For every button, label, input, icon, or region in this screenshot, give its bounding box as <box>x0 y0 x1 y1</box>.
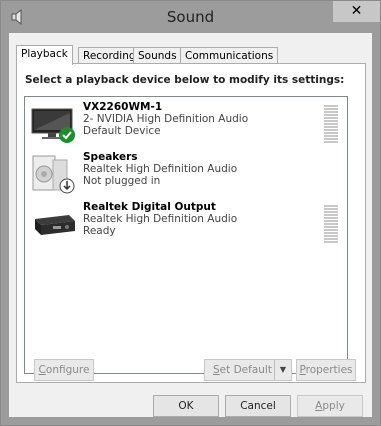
cancel-button[interactable]: Cancel <box>225 395 291 417</box>
monitor-speaker-icon <box>31 108 75 143</box>
tab-recording[interactable]: Recording <box>78 47 141 64</box>
set-default-split-button[interactable]: Set Default ▼ <box>204 359 292 381</box>
digital-output-icon <box>35 215 75 235</box>
playback-panel: Select a playback device below to modify… <box>16 63 366 383</box>
device-name: Speakers <box>83 151 138 163</box>
ok-button[interactable]: OK <box>153 395 219 417</box>
device-driver: Realtek High Definition Audio <box>83 213 238 225</box>
device-item-digital-output[interactable]: Realtek Digital Output Realtek High Defi… <box>25 199 345 249</box>
unplugged-arrow-icon <box>59 178 75 194</box>
device-status: Default Device <box>83 125 161 137</box>
device-status: Not plugged in <box>83 175 161 187</box>
window-title: Sound <box>166 8 215 26</box>
configure-button[interactable]: Configure <box>34 359 94 381</box>
device-driver: Realtek High Definition Audio <box>83 163 238 175</box>
close-icon: ✕ <box>350 3 363 19</box>
default-checkmark-icon <box>59 127 75 143</box>
title-bar[interactable]: Sound ✕ <box>1 1 380 33</box>
device-status: Ready <box>83 225 116 237</box>
device-item-speakers[interactable]: Speakers Realtek High Definition Audio N… <box>25 149 345 199</box>
tab-communications[interactable]: Communications <box>180 47 279 64</box>
dialog-client-area: Playback Recording Sounds Communications… <box>9 33 372 417</box>
speakers-icon <box>32 155 75 194</box>
properties-button[interactable]: Properties <box>296 359 356 381</box>
chevron-down-icon[interactable]: ▼ <box>274 360 291 380</box>
close-button[interactable]: ✕ <box>333 1 380 22</box>
tab-sounds[interactable]: Sounds <box>133 47 182 64</box>
tab-playback[interactable]: Playback <box>16 45 73 65</box>
instruction-text: Select a playback device below to modify… <box>25 74 345 86</box>
device-name: Realtek Digital Output <box>83 201 216 213</box>
device-driver: 2- NVIDIA High Definition Audio <box>83 113 249 125</box>
device-item-vx2260wm[interactable]: VX2260WM-1 2- NVIDIA High Definition Aud… <box>25 99 345 149</box>
sound-dialog-window: Sound ✕ Playback Recording Sounds Commun… <box>0 0 381 426</box>
device-name: VX2260WM-1 <box>83 101 163 113</box>
apply-button[interactable]: Apply <box>297 395 363 417</box>
device-list[interactable]: VX2260WM-1 2- NVIDIA High Definition Aud… <box>24 96 348 374</box>
volume-meter <box>324 105 338 144</box>
volume-meter <box>324 205 338 244</box>
